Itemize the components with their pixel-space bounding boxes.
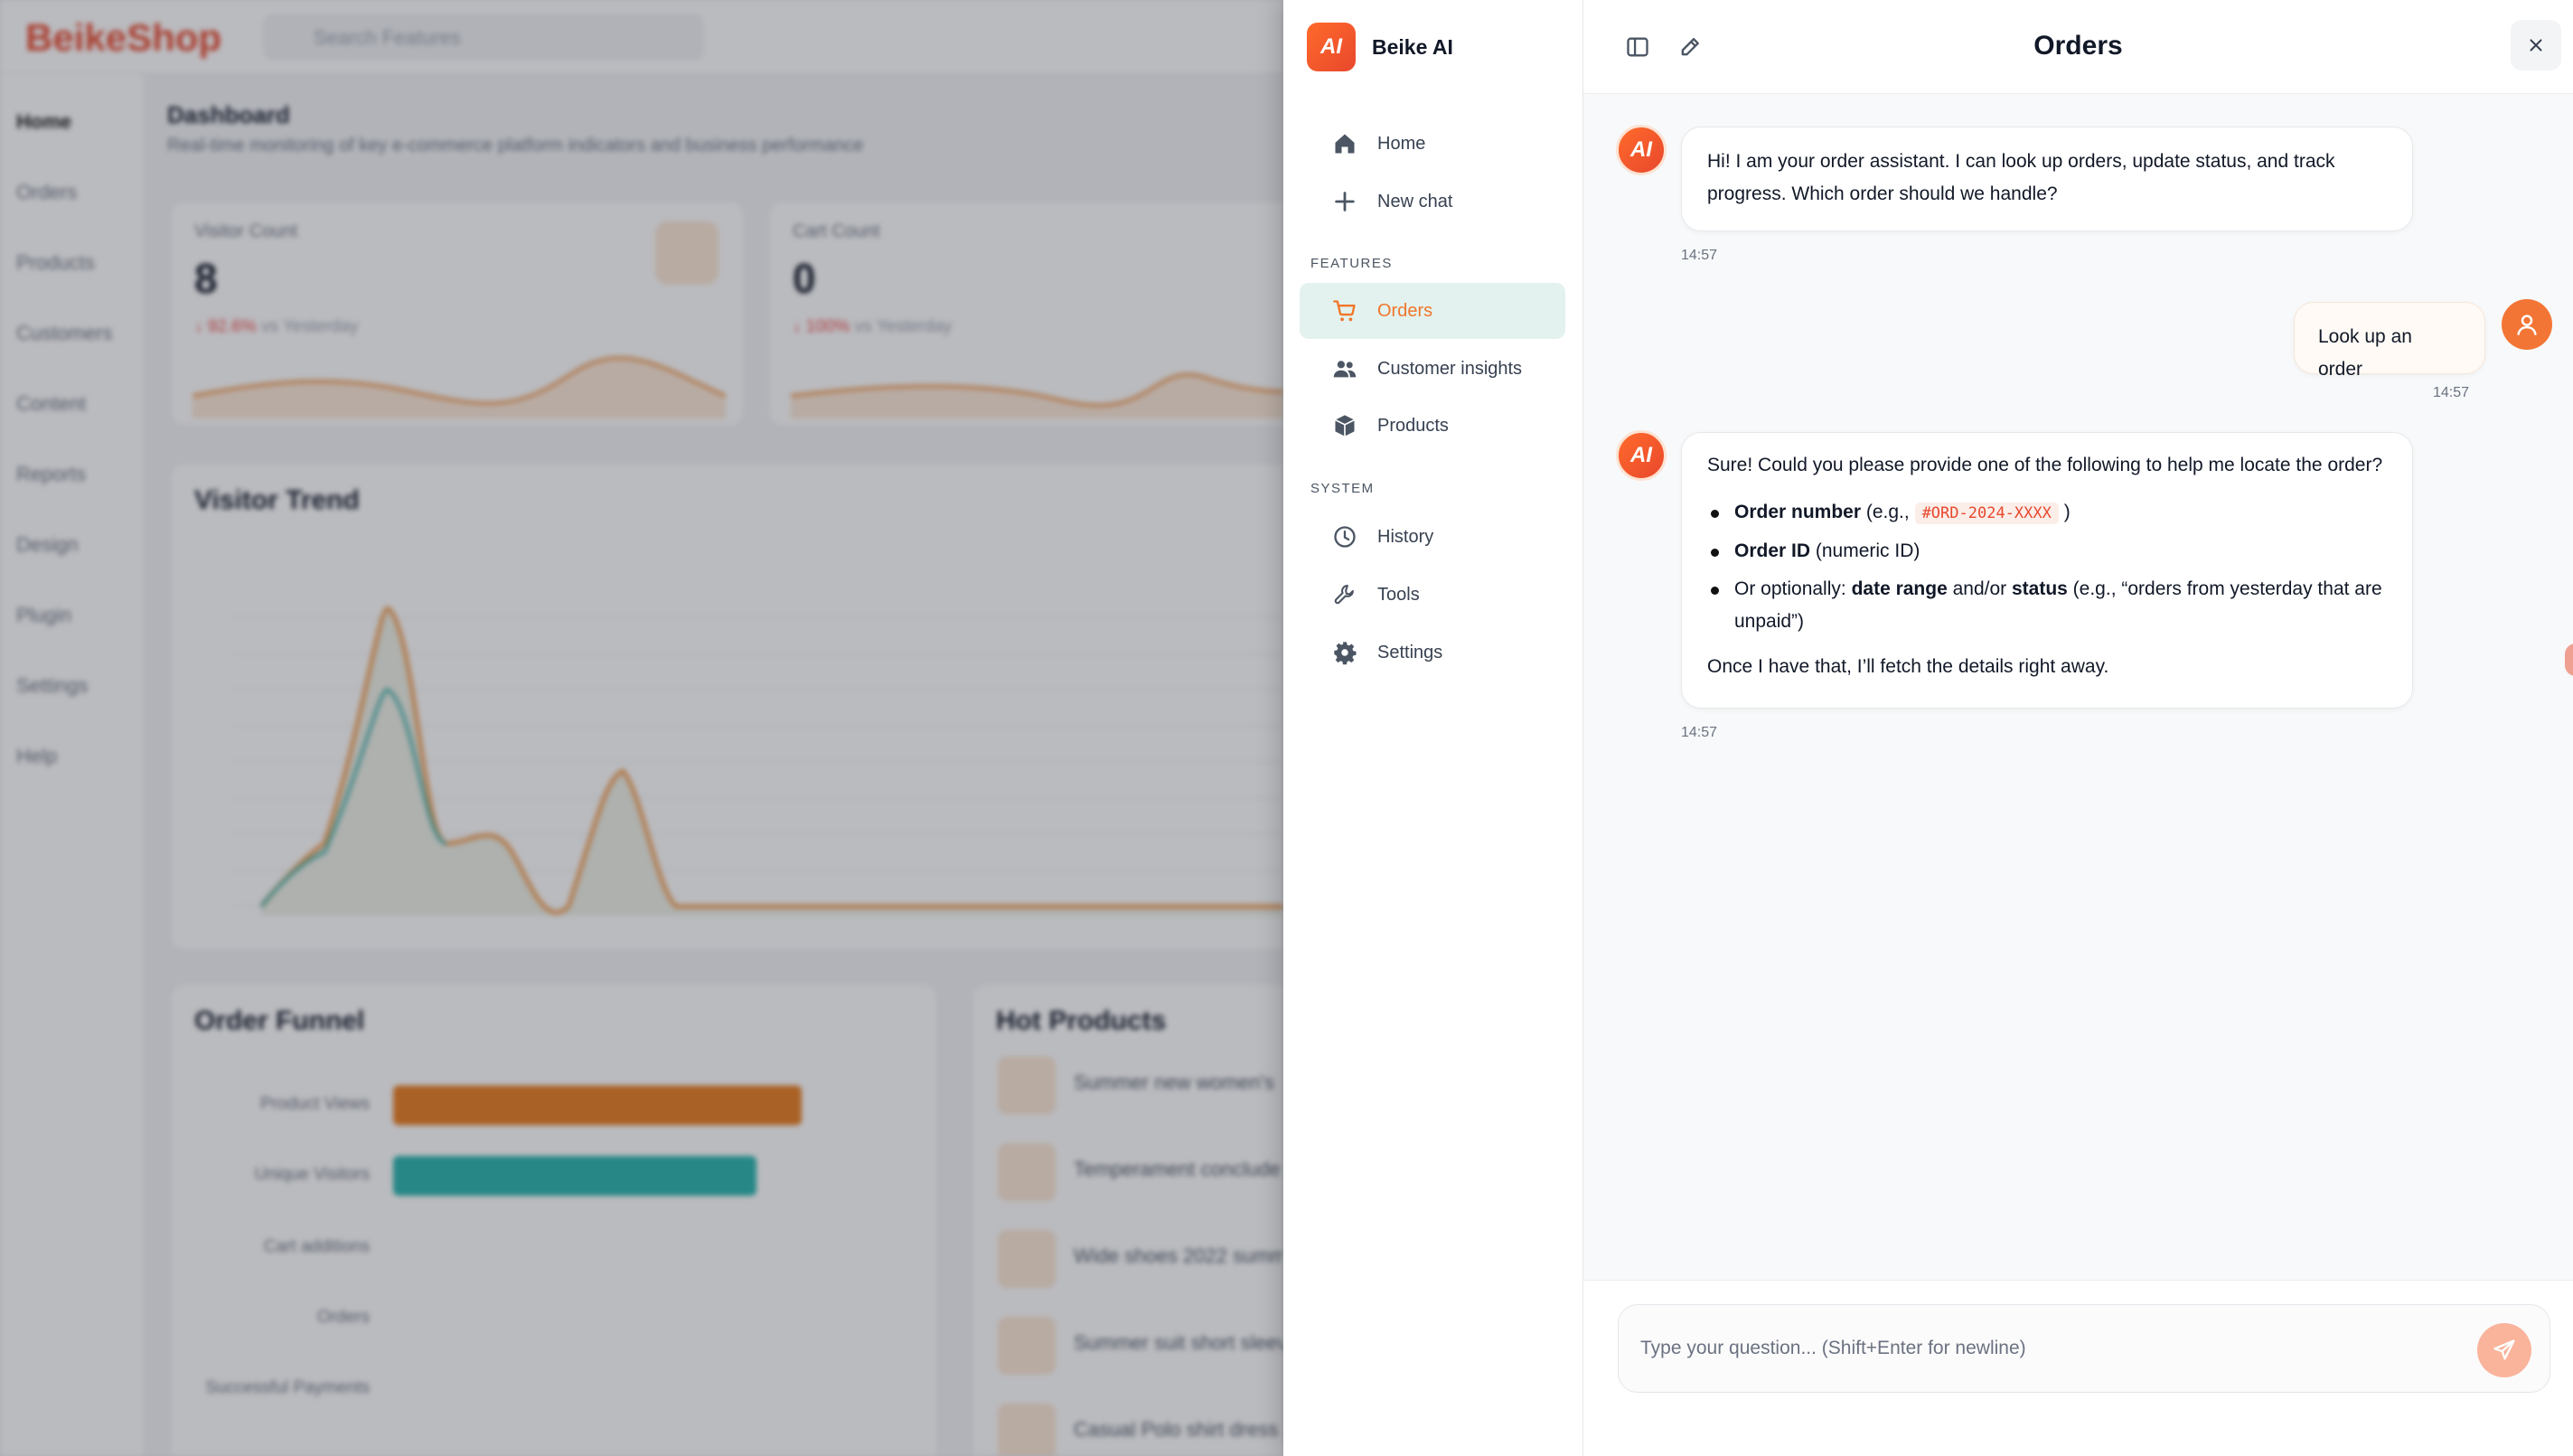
code-snippet: #ORD-2024-XXXX (1914, 503, 2059, 524)
nav-item-new-chat[interactable]: New chat (1300, 174, 1565, 230)
chat-input[interactable] (1640, 1330, 2454, 1367)
bullet-order-number: Order number (e.g., #ORD-2024-XXXX ) (1707, 496, 2387, 530)
nav-item-customer-insights[interactable]: Customer insights (1300, 341, 1565, 397)
send-icon (2493, 1339, 2515, 1360)
nav-item-settings[interactable]: Settings (1300, 625, 1565, 681)
wrench-icon (1334, 585, 1354, 605)
ai-logo-icon: AI (1307, 23, 1356, 71)
message-timestamp: 14:57 (1681, 725, 1718, 740)
bullet-optional-filters: Or optionally: date range and/or status … (1707, 573, 2387, 638)
nav-item-label: Orders (1377, 300, 1433, 321)
clock-icon (1334, 526, 1356, 548)
gear-icon (1334, 642, 1357, 665)
section-label-system: SYSTEM (1310, 481, 1375, 496)
assistant-panel: AI Beike AI Home New chat FEATURES Order… (1283, 0, 2573, 1456)
nav-item-label: New chat (1377, 191, 1453, 211)
assistant-sidebar: AI Beike AI Home New chat FEATURES Order… (1283, 0, 1583, 1456)
assistant-message: Sure! Could you please provide one of th… (1681, 432, 2413, 709)
assistant-avatar: AI (1616, 430, 1667, 481)
nav-item-tools[interactable]: Tools (1300, 567, 1565, 623)
section-label-features: FEATURES (1310, 256, 1393, 271)
assistant-message: Hi! I am your order assistant. I can loo… (1681, 127, 2413, 231)
plus-icon (1335, 192, 1355, 211)
user-avatar (2502, 299, 2552, 350)
message-text: Hi! I am your order assistant. I can loo… (1707, 151, 2335, 204)
composer (1618, 1304, 2550, 1393)
composer-area (1583, 1280, 2573, 1456)
nav-item-label: Settings (1377, 642, 1443, 662)
modal-backdrop[interactable] (0, 0, 1283, 1456)
assistant-brand: AI Beike AI (1307, 22, 1453, 72)
assistant-avatar: AI (1616, 125, 1667, 175)
chat-header: Orders (1583, 0, 2573, 94)
close-icon (2530, 39, 2542, 52)
user-icon (2517, 315, 2537, 335)
close-button[interactable] (2511, 20, 2561, 70)
send-button[interactable] (2477, 1323, 2531, 1377)
nav-item-label: History (1377, 526, 1434, 547)
nav-item-orders[interactable]: Orders (1300, 283, 1565, 339)
message-timestamp: 14:57 (2433, 385, 2470, 400)
nav-item-label: Customer insights (1377, 358, 1523, 379)
users-icon (1333, 361, 1357, 378)
message-text: Look up an order (2318, 326, 2412, 380)
nav-item-label: Home (1377, 133, 1426, 154)
cart-icon (1333, 300, 1356, 322)
nav-item-label: Tools (1377, 584, 1420, 605)
message-intro: Sure! Could you please provide one of th… (1707, 455, 2383, 475)
nav-item-products[interactable]: Products (1300, 398, 1565, 454)
nav-item-home[interactable]: Home (1300, 116, 1565, 172)
nav-item-history[interactable]: History (1300, 509, 1565, 565)
brand-name: Beike AI (1372, 34, 1453, 59)
message-bullet-list: Order number (e.g., #ORD-2024-XXXX ) Ord… (1707, 496, 2387, 638)
home-icon (1335, 134, 1355, 154)
bullet-order-id: Order ID (numeric ID) (1707, 535, 2387, 568)
floating-handle[interactable] (2565, 643, 2573, 676)
user-message: Look up an order (2294, 302, 2485, 380)
chat-area: Orders AI Hi! I am your order assistant.… (1583, 0, 2573, 1456)
nav-item-label: Products (1377, 415, 1449, 436)
box-icon (1335, 415, 1355, 437)
message-outro: Once I have that, I’ll fetch the details… (1707, 656, 2109, 677)
chat-title: Orders (2033, 31, 2123, 61)
message-timestamp: 14:57 (1681, 248, 1718, 263)
